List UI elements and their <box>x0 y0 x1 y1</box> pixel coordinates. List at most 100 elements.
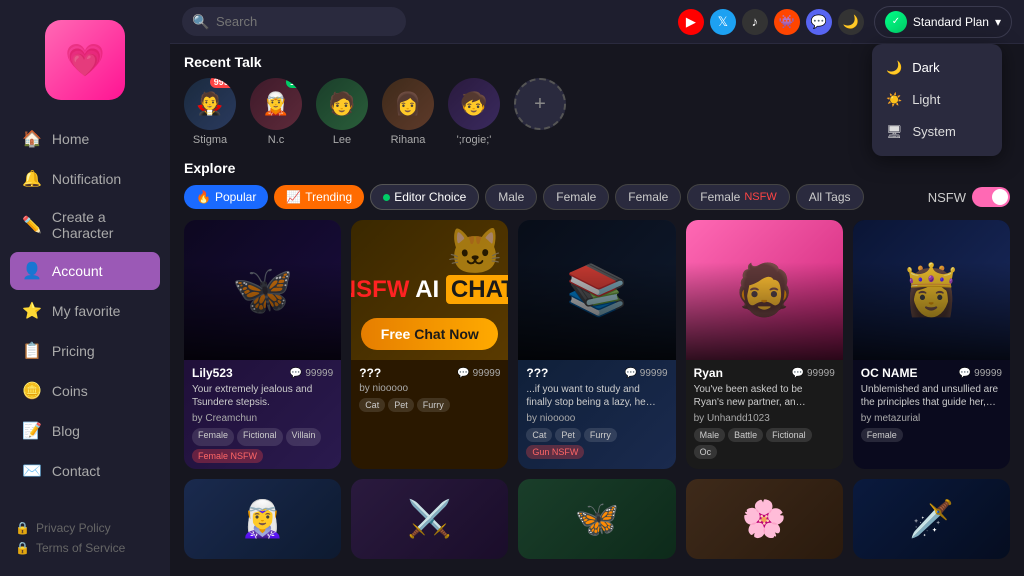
youtube-icon[interactable]: ▶ <box>678 9 704 35</box>
main-content: 🔍 ▶ 𝕏 ♪ 👾 💬 🌙 ✓ Standard Plan ▾ 🌙 Dark <box>170 0 1024 576</box>
blog-icon: 📝 <box>22 421 42 441</box>
avatar-rihana[interactable]: 👩 Rihana <box>382 78 434 146</box>
chat-now-label: Chat Now <box>414 326 479 342</box>
stigma-badge: 999+ <box>210 78 236 88</box>
sidebar-item-coins[interactable]: 🪙 Coins <box>10 372 160 410</box>
ryan-author: by Unhandd1023 <box>694 413 835 424</box>
tag-furry: Furry <box>417 398 450 412</box>
sidebar-item-account[interactable]: 👤 Account <box>10 252 160 290</box>
stigma-avatar-img: 🧛 <box>196 91 223 117</box>
filter-all-tags-btn[interactable]: All Tags <box>796 184 864 210</box>
sidebar: 💗 🏠 Home 🔔 Notification ✏️ Create a Char… <box>0 0 170 576</box>
card-promo[interactable]: NSFW AI CHAT Free Chat Now 🐱 ??? 💬 99999 <box>351 220 508 469</box>
nsfw-toggle-label: NSFW <box>928 190 966 205</box>
card-lily523[interactable]: 🦋 Lily523 💬 99999 Your extremely jealous… <box>184 220 341 469</box>
search-input[interactable] <box>182 7 406 36</box>
plan-badge[interactable]: ✓ Standard Plan ▾ <box>874 6 1012 38</box>
bottom-card-5[interactable]: 🗡️ <box>853 479 1010 559</box>
dropdown-item-system[interactable]: 🖥 System <box>872 116 1002 148</box>
avatar-stigma[interactable]: 🧛 999+ Stigma <box>184 78 236 146</box>
add-icon: + <box>514 78 566 130</box>
sidebar-label-create-character: Create a Character <box>52 209 148 241</box>
search-wrapper: 🔍 <box>182 7 642 36</box>
promo-msgs: 💬 99999 <box>457 368 500 379</box>
add-chat-button[interactable]: + <box>514 78 566 130</box>
nc-badge: 12 <box>286 78 302 88</box>
theme-icon[interactable]: 🌙 <box>838 9 864 35</box>
system-mode-icon: 🖥 <box>886 124 903 140</box>
card-study[interactable]: 📚 ??? 💬 99999 ...if you want to study an… <box>518 220 675 469</box>
study-tags: Cat Pet Furry Gun NSFW <box>526 428 667 459</box>
sidebar-label-blog: Blog <box>52 423 80 439</box>
fire-icon: 🔥 <box>196 190 211 204</box>
tag-cat2: Cat <box>526 428 552 442</box>
twitter-icon[interactable]: 𝕏 <box>710 9 736 35</box>
filter-editor-btn[interactable]: Editor Choice <box>370 184 479 210</box>
rogie-name: ';rogie;' <box>457 134 492 146</box>
sidebar-item-blog[interactable]: 📝 Blog <box>10 412 160 450</box>
sidebar-item-my-favorite[interactable]: ⭐ My favorite <box>10 292 160 330</box>
filter-male-btn[interactable]: Male <box>485 184 537 210</box>
green-dot-icon <box>383 194 390 201</box>
bottom-card-3[interactable]: 🦋 <box>518 479 675 559</box>
sidebar-item-notification[interactable]: 🔔 Notification <box>10 160 160 198</box>
cat-emoji: 🐱 <box>447 225 503 278</box>
tag-cat: Cat <box>359 398 385 412</box>
trending-label: Trending <box>305 190 352 204</box>
filter-popular-btn[interactable]: 🔥 Popular <box>184 185 268 209</box>
explore-section: Explore 🔥 Popular 📈 Trending Editor Choi… <box>184 160 1010 210</box>
sidebar-nav: 🏠 Home 🔔 Notification ✏️ Create a Charac… <box>0 120 170 511</box>
theme-dropdown: 🌙 Dark ☀️ Light 🖥 System <box>872 44 1002 156</box>
card-ryan[interactable]: 🧔 Ryan 💬 99999 You've been asked to be R… <box>686 220 843 469</box>
app-logo: 💗 <box>45 20 125 100</box>
logo-emoji: 💗 <box>65 41 105 79</box>
promo-author-name: by niooooo <box>359 383 500 394</box>
avatar-rogie[interactable]: 🧒 ';rogie;' <box>448 78 500 146</box>
plan-section: ✓ Standard Plan ▾ 🌙 Dark ☀️ Light 🖥 Syst… <box>874 6 1012 38</box>
ryan-tags: Male Battle Fictional Oc <box>694 428 835 459</box>
sidebar-label-account: Account <box>52 263 103 279</box>
avatar-lee[interactable]: 🧑 Lee <box>316 78 368 146</box>
toggle-knob <box>992 189 1008 205</box>
tiktok-icon[interactable]: ♪ <box>742 9 768 35</box>
sidebar-item-create-character[interactable]: ✏️ Create a Character <box>10 200 160 250</box>
nc-name: N.c <box>268 134 285 146</box>
oc-desc: Unblemished and unsullied are the princi… <box>861 383 1002 409</box>
bottom-card-1[interactable]: 🧝‍♀️ <box>184 479 341 559</box>
discord-icon[interactable]: 💬 <box>806 9 832 35</box>
sidebar-item-home[interactable]: 🏠 Home <box>10 120 160 158</box>
dropdown-item-dark[interactable]: 🌙 Dark <box>872 52 1002 84</box>
nsfw-toggle-switch[interactable] <box>972 187 1010 207</box>
tag-female-nsfw: Female NSFW <box>192 449 263 463</box>
plan-avatar: ✓ <box>885 11 907 33</box>
filter-female-btn[interactable]: Female <box>543 184 609 210</box>
filter-row: 🔥 Popular 📈 Trending Editor Choice Male … <box>184 184 1010 210</box>
sidebar-item-pricing[interactable]: 📋 Pricing <box>10 332 160 370</box>
reddit-icon[interactable]: 👾 <box>774 9 800 35</box>
bottom-card-2[interactable]: ⚔️ <box>351 479 508 559</box>
filter-trending-btn[interactable]: 📈 Trending <box>274 185 364 209</box>
lee-name: Lee <box>333 134 351 146</box>
tag-oc: Oc <box>694 445 718 459</box>
dropdown-item-light[interactable]: ☀️ Light <box>872 84 1002 116</box>
tag-fictional: Fictional <box>237 428 283 446</box>
filter-female-nsfw-btn[interactable]: Female NSFW <box>687 184 789 210</box>
privacy-policy-link[interactable]: 🔒 Privacy Policy <box>15 521 155 535</box>
bottom-card-4[interactable]: 🌸 <box>686 479 843 559</box>
tag-female-oc: Female <box>861 428 903 442</box>
sidebar-label-pricing: Pricing <box>52 343 95 359</box>
card-oc-name[interactable]: 👸 OC NAME 💬 99999 Unblemished and unsull… <box>853 220 1010 469</box>
lily523-msgs: 💬 99999 <box>290 368 333 379</box>
tag-battle: Battle <box>728 428 763 442</box>
account-icon: 👤 <box>22 261 42 281</box>
free-chat-btn[interactable]: Free Chat Now <box>361 318 498 350</box>
tag-furry2: Furry <box>584 428 617 442</box>
terms-of-service-link[interactable]: 🔒 Terms of Service <box>15 541 155 555</box>
social-icons-group: ▶ 𝕏 ♪ 👾 💬 🌙 <box>678 9 864 35</box>
avatar-nc[interactable]: 🧝 12 N.c <box>250 78 302 146</box>
filter-female2-btn[interactable]: Female <box>615 184 681 210</box>
explore-title: Explore <box>184 160 1010 176</box>
promo-author: ??? <box>359 366 381 380</box>
light-label: Light <box>912 92 940 107</box>
sidebar-item-contact[interactable]: ✉️ Contact <box>10 452 160 490</box>
